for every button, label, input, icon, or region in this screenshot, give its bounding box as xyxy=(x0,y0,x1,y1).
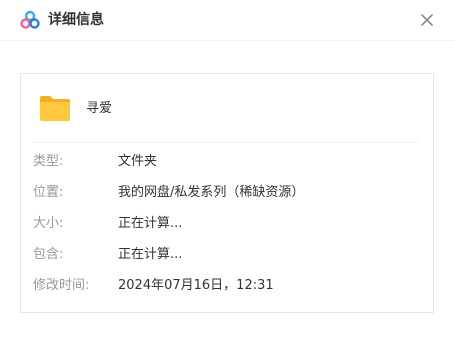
dialog-header: 详细信息 xyxy=(0,0,455,41)
folder-name: 寻爱 xyxy=(86,101,113,116)
detail-value: 2024年07月16日，12:31 xyxy=(118,278,274,293)
folder-icon xyxy=(40,96,70,121)
detail-row-type: 类型: 文件夹 xyxy=(33,153,423,171)
baidu-netdisk-cloud-icon xyxy=(20,10,40,29)
detail-label: 包含: xyxy=(33,247,64,262)
detail-label: 类型: xyxy=(33,154,64,169)
detail-row-modified: 修改时间: 2024年07月16日，12:31 xyxy=(33,277,423,295)
detail-row-contains: 包含: 正在计算... xyxy=(33,246,423,264)
detail-value: 正在计算... xyxy=(118,247,183,262)
detail-label: 修改时间: xyxy=(33,278,90,293)
detail-label: 大小: xyxy=(33,216,64,231)
details-card: 寻爱 类型: 文件夹 位置: 我的网盘/私发系列（稀缺资源） 大小: 正在计算.… xyxy=(20,73,434,313)
divider xyxy=(33,142,419,143)
detail-row-location: 位置: 我的网盘/私发系列（稀缺资源） xyxy=(33,184,423,202)
detail-row-size: 大小: 正在计算... xyxy=(33,215,423,233)
detail-label: 位置: xyxy=(33,185,64,200)
close-icon[interactable] xyxy=(416,9,438,31)
dialog-title: 详细信息 xyxy=(48,12,104,28)
detail-value: 我的网盘/私发系列（稀缺资源） xyxy=(118,185,305,200)
detail-value: 文件夹 xyxy=(118,154,158,169)
detail-value: 正在计算... xyxy=(118,216,183,231)
